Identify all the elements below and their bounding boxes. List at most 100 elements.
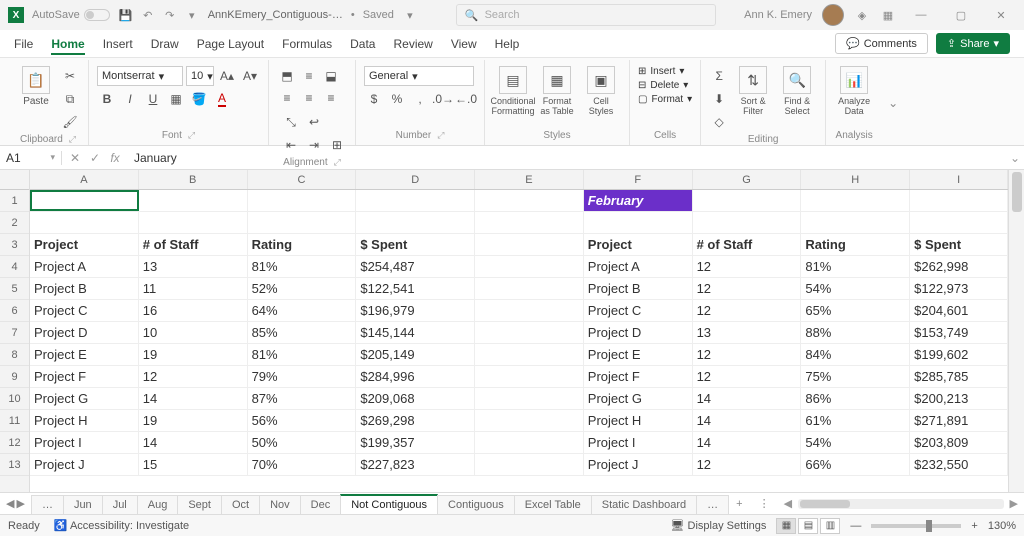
cell-B3[interactable]: # of Staff [139,234,248,255]
cell-C3[interactable]: Rating [248,234,357,255]
row-header-7[interactable]: 7 [0,322,29,344]
cell-C4[interactable]: 81% [248,256,357,277]
column-header-A[interactable]: A [30,170,139,189]
cell-A13[interactable]: Project J [30,454,139,475]
cell-H4[interactable]: 81% [801,256,910,277]
fx-icon[interactable]: fx [106,151,124,165]
page-layout-view-button[interactable]: ▤ [798,518,818,534]
select-all-corner[interactable] [0,170,29,190]
share-button[interactable]: ⇪ Share ▾ [936,33,1010,54]
find-select-button[interactable]: 🔍Find & Select [777,66,817,116]
cell-A5[interactable]: Project B [30,278,139,299]
menu-tab-insert[interactable]: Insert [103,33,133,55]
cell-C9[interactable]: 79% [248,366,357,387]
row-header-10[interactable]: 10 [0,388,29,410]
cell-B4[interactable]: 13 [139,256,248,277]
row-header-3[interactable]: 3 [0,234,29,256]
cell-F3[interactable]: Project [584,234,693,255]
sheet-tab-excel-table[interactable]: Excel Table [514,495,592,514]
cell-B7[interactable]: 10 [139,322,248,343]
cell-C13[interactable]: 70% [248,454,357,475]
sheet-tab-jun[interactable]: Jun [63,495,103,514]
cell-I8[interactable]: $199,602 [910,344,1008,365]
row-header-9[interactable]: 9 [0,366,29,388]
vertical-scrollbar[interactable] [1008,170,1024,492]
clear-button[interactable]: ◇ [709,112,729,132]
font-color-button[interactable]: A [212,89,232,109]
borders-button[interactable]: ▦ [166,89,186,109]
orientation-button[interactable]: ⤡ [281,112,301,132]
scroll-right-icon[interactable]: ▶ [1010,497,1018,510]
align-left-button[interactable]: ≡ [277,88,297,108]
cut-button[interactable]: ✂ [60,66,80,86]
cell-D4[interactable]: $254,487 [356,256,475,277]
cell-A2[interactable] [30,212,139,233]
cell-F9[interactable]: Project F [584,366,693,387]
row-header-4[interactable]: 4 [0,256,29,278]
menu-tab-formulas[interactable]: Formulas [282,33,332,55]
cell-E3[interactable] [475,234,584,255]
search-input[interactable]: 🔍 Search [456,4,716,26]
cell-E11[interactable] [475,410,584,431]
cell-C8[interactable]: 81% [248,344,357,365]
column-header-H[interactable]: H [801,170,910,189]
expand-formula-bar-button[interactable]: ⌄ [1006,151,1024,165]
cell-C2[interactable] [248,212,357,233]
cell-F13[interactable]: Project J [584,454,693,475]
bold-button[interactable]: B [97,89,117,109]
cell-A9[interactable]: Project F [30,366,139,387]
row-header-8[interactable]: 8 [0,344,29,366]
cell-G10[interactable]: 14 [693,388,802,409]
cell-C6[interactable]: 64% [248,300,357,321]
scroll-left-icon[interactable]: ◀ [784,497,792,510]
maximize-button[interactable]: ▢ [946,5,976,25]
cell-A6[interactable]: Project C [30,300,139,321]
conditional-formatting-button[interactable]: ▤Conditional Formatting [493,66,533,116]
user-avatar[interactable] [822,4,844,26]
row-header-2[interactable]: 2 [0,212,29,234]
menu-tab-help[interactable]: Help [495,33,520,55]
cell-B8[interactable]: 19 [139,344,248,365]
fill-button[interactable]: ⬇ [709,89,729,109]
ribbon-options-icon[interactable]: ▦ [880,7,896,23]
cell-F7[interactable]: Project D [584,322,693,343]
cell-I9[interactable]: $285,785 [910,366,1008,387]
dialog-launcher-icon[interactable]: ⤢ [188,130,195,141]
font-name-selector[interactable]: Montserrat▾ [97,66,183,86]
cell-A12[interactable]: Project I [30,432,139,453]
zoom-handle[interactable] [926,520,932,532]
close-button[interactable]: ✕ [986,5,1016,25]
delete-cells-button[interactable]: ⊟Delete▾ [638,80,688,91]
cell-B11[interactable]: 19 [139,410,248,431]
cell-D13[interactable]: $227,823 [356,454,475,475]
cell-D10[interactable]: $209,068 [356,388,475,409]
cell-G8[interactable]: 12 [693,344,802,365]
sheet-nav-prev-icon[interactable]: ◀ [6,497,14,510]
sheet-tab-sept[interactable]: Sept [177,495,222,514]
cell-E12[interactable] [475,432,584,453]
row-header-11[interactable]: 11 [0,410,29,432]
sheet-tab-static-dashboard[interactable]: Static Dashboard [591,495,697,514]
cell-I12[interactable]: $203,809 [910,432,1008,453]
cell-D5[interactable]: $122,541 [356,278,475,299]
horizontal-scrollbar[interactable]: ◀ ▶ [778,493,1024,514]
sheet-menu-icon[interactable]: ⋮ [751,493,778,514]
user-name[interactable]: Ann K. Emery [744,9,812,21]
cell-A1[interactable]: January [30,190,139,211]
align-top-button[interactable]: ⬒ [277,66,297,86]
cell-H11[interactable]: 61% [801,410,910,431]
cell-C1[interactable] [248,190,357,211]
cell-G9[interactable]: 12 [693,366,802,387]
page-break-view-button[interactable]: ▥ [820,518,840,534]
cell-E13[interactable] [475,454,584,475]
undo-icon[interactable]: ↶ [140,7,156,23]
file-name[interactable]: AnnKEmery_Contiguous-… [208,9,343,21]
sheet-tab-oct[interactable]: Oct [221,495,260,514]
cell-A3[interactable]: Project [30,234,139,255]
cell-G3[interactable]: # of Staff [693,234,802,255]
column-header-F[interactable]: F [584,170,693,189]
cell-B5[interactable]: 11 [139,278,248,299]
cell-I7[interactable]: $153,749 [910,322,1008,343]
row-header-13[interactable]: 13 [0,454,29,476]
analyze-data-button[interactable]: 📊Analyze Data [834,66,874,116]
